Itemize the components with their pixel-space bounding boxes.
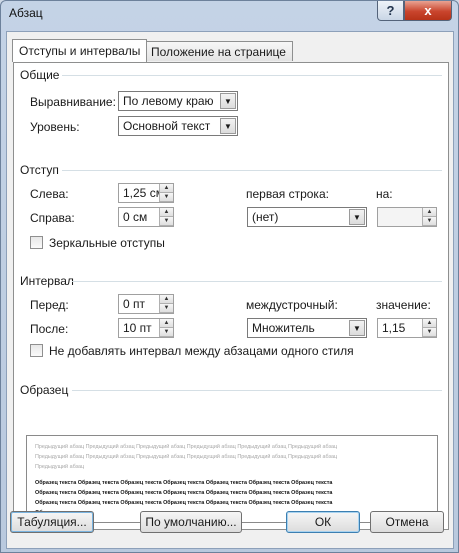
first-line-by-label: на:	[376, 187, 393, 201]
alignment-select[interactable]: По левому краю ▼	[118, 91, 238, 111]
first-line-label: первая строка:	[246, 187, 329, 201]
spin-down-icon[interactable]: ▼	[159, 304, 173, 313]
section-title-preview: Образец	[20, 383, 69, 397]
indent-left-label: Слева:	[30, 187, 69, 201]
indent-right-spinner[interactable]: 0 см ▲ ▼	[118, 207, 174, 227]
spin-up-icon[interactable]: ▲	[159, 319, 173, 328]
tab-label: Положение на странице	[151, 44, 286, 59]
line-spacing-at-value: 1,15	[382, 321, 406, 335]
level-label: Уровень:	[30, 120, 80, 134]
indent-left-value: 1,25 см	[123, 186, 164, 200]
preview-previous-line: Предыдущий абзац	[35, 464, 85, 470]
mirror-indents-label[interactable]: Зеркальные отступы	[49, 236, 165, 250]
tab-panel: Общие Выравнивание: По левому краю ▼ Уро…	[13, 62, 449, 530]
preview-sample-line: Образец текста Образец текста Образец те…	[35, 500, 333, 506]
divider	[72, 390, 442, 391]
indent-left-spinner[interactable]: 1,25 см ▲ ▼	[118, 183, 174, 203]
mirror-indents-checkbox[interactable]	[30, 236, 43, 249]
dialog-body: Отступы и интервалы Положение на страниц…	[6, 31, 454, 549]
preview-sample-line: Образец текста Образец текста Образец те…	[35, 480, 333, 486]
preview-previous-line: Предыдущий абзац Предыдущий абзац Предыд…	[35, 444, 338, 450]
line-spacing-at-label: значение:	[376, 298, 431, 312]
divider	[62, 170, 442, 171]
spacing-before-value: 0 пт	[123, 297, 146, 311]
spin-up-icon[interactable]: ▲	[159, 184, 173, 193]
spin-up-icon[interactable]: ▲	[422, 208, 436, 217]
section-title-indent: Отступ	[20, 163, 59, 177]
no-space-same-style-checkbox[interactable]	[30, 344, 43, 357]
spin-up-icon[interactable]: ▲	[159, 295, 173, 304]
help-icon: ?	[386, 3, 395, 18]
spin-down-icon[interactable]: ▼	[422, 217, 436, 226]
spacing-after-label: После:	[30, 322, 69, 336]
ok-button-label: ОК	[314, 515, 332, 529]
divider	[72, 281, 442, 282]
cancel-button-label: Отмена	[385, 515, 429, 529]
alignment-label: Выравнивание:	[30, 95, 116, 109]
line-spacing-select[interactable]: Множитель ▼	[247, 318, 367, 338]
cancel-button[interactable]: Отмена	[370, 511, 444, 533]
first-line-select[interactable]: (нет) ▼	[247, 207, 367, 227]
indent-right-value: 0 см	[123, 210, 148, 224]
spacing-after-value: 10 пт	[123, 321, 152, 335]
no-space-same-style-label[interactable]: Не добавлять интервал между абзацами одн…	[49, 344, 354, 358]
indent-right-label: Справа:	[30, 211, 75, 225]
line-spacing-label: междустрочный:	[246, 298, 338, 312]
section-title-spacing: Интервал	[20, 274, 74, 288]
alignment-value: По левому краю	[123, 94, 214, 108]
divider	[62, 75, 442, 76]
spin-down-icon[interactable]: ▼	[422, 328, 436, 337]
preview-sample-line: Образец текста Образец текста Образец те…	[35, 490, 333, 496]
tabs-button-label: Табуляция...	[17, 515, 87, 529]
spin-down-icon[interactable]: ▼	[159, 217, 173, 226]
spin-up-icon[interactable]: ▲	[159, 208, 173, 217]
set-default-button-label: По умолчанию...	[145, 515, 237, 529]
dialog-title: Абзац	[9, 6, 43, 20]
chevron-down-icon[interactable]: ▼	[349, 320, 365, 336]
first-line-value: (нет)	[252, 210, 279, 224]
set-default-button[interactable]: По умолчанию...	[140, 511, 242, 533]
tabs-button[interactable]: Табуляция...	[10, 511, 94, 533]
close-button[interactable]: x	[404, 1, 452, 21]
spacing-before-label: Перед:	[30, 298, 69, 312]
preview-previous-line: Предыдущий абзац Предыдущий абзац Предыд…	[35, 454, 338, 460]
section-title-general: Общие	[20, 68, 60, 82]
level-select[interactable]: Основной текст ▼	[118, 116, 238, 136]
level-value: Основной текст	[123, 119, 211, 133]
chevron-down-icon[interactable]: ▼	[349, 209, 365, 225]
line-spacing-at-spinner[interactable]: 1,15 ▲ ▼	[377, 318, 437, 338]
help-button[interactable]: ?	[377, 1, 404, 21]
tab-line-page-breaks[interactable]: Положение на странице	[144, 41, 293, 61]
spin-down-icon[interactable]: ▼	[159, 193, 173, 202]
preview-box: Предыдущий абзац Предыдущий абзац Предыд…	[26, 435, 438, 523]
tab-indents-spacing[interactable]: Отступы и интервалы	[12, 39, 148, 62]
spin-up-icon[interactable]: ▲	[422, 319, 436, 328]
line-spacing-value: Множитель	[252, 321, 315, 335]
spacing-after-spinner[interactable]: 10 пт ▲ ▼	[118, 318, 174, 338]
first-line-by-spinner[interactable]: ▲ ▼	[377, 207, 437, 227]
ok-button[interactable]: ОК	[286, 511, 360, 533]
close-icon: x	[424, 3, 432, 18]
spin-down-icon[interactable]: ▼	[159, 328, 173, 337]
chevron-down-icon[interactable]: ▼	[220, 118, 236, 134]
title-bar[interactable]: Абзац ? x	[1, 1, 458, 27]
tab-label: Отступы и интервалы	[19, 44, 141, 58]
spacing-before-spinner[interactable]: 0 пт ▲ ▼	[118, 294, 174, 314]
chevron-down-icon[interactable]: ▼	[220, 93, 236, 109]
paragraph-dialog: Абзац ? x Отступы и интервалы Положение …	[0, 0, 459, 553]
